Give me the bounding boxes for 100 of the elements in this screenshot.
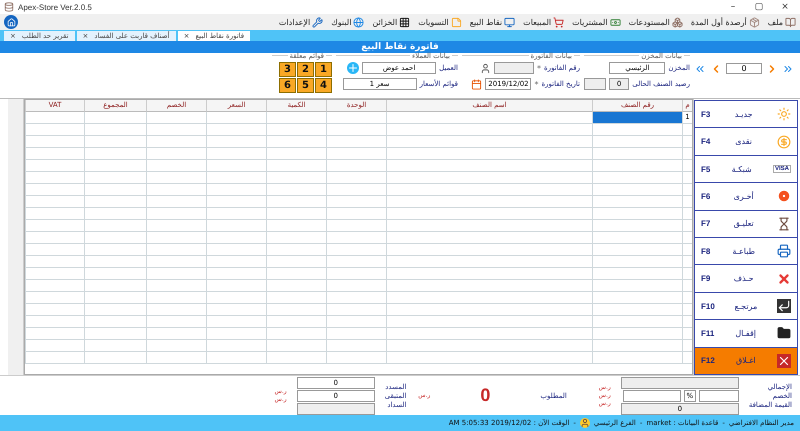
table-cell[interactable] [266,220,326,232]
table-cell[interactable] [682,160,692,172]
table-cell[interactable] [386,292,592,304]
table-cell[interactable] [682,304,692,316]
table-cell[interactable] [326,316,386,328]
table-cell[interactable] [386,148,592,160]
table-cell[interactable] [682,148,692,160]
table-cell[interactable] [592,328,682,340]
table-cell[interactable] [206,352,266,364]
table-cell[interactable] [266,352,326,364]
table-cell[interactable] [146,136,206,148]
table-cell[interactable] [326,352,386,364]
table-cell[interactable] [146,304,206,316]
table-cell[interactable] [682,268,692,280]
table-cell[interactable] [592,148,682,160]
table-cell[interactable] [682,352,692,364]
table-cell[interactable] [206,124,266,136]
minimize-button[interactable]: – [722,2,744,12]
table-cell[interactable] [592,112,682,124]
table-cell[interactable] [146,340,206,352]
menu-item[interactable]: الخزائن [372,16,410,28]
table-cell[interactable] [146,280,206,292]
table-cell[interactable] [266,340,326,352]
table-cell[interactable] [146,268,206,280]
table-cell[interactable] [84,304,146,316]
table-cell[interactable] [682,292,692,304]
table-cell[interactable] [84,244,146,256]
table-cell[interactable] [84,148,146,160]
close-button[interactable]: × [774,2,796,12]
table-cell[interactable] [386,136,592,148]
table-cell[interactable] [592,232,682,244]
table-cell[interactable] [266,208,326,220]
table-cell[interactable] [25,340,84,352]
table-cell[interactable] [146,328,206,340]
search-user-icon[interactable] [480,62,492,74]
table-cell[interactable] [25,292,84,304]
table-cell[interactable] [592,268,682,280]
table-cell[interactable] [326,292,386,304]
table-cell[interactable] [326,304,386,316]
table-cell[interactable] [266,328,326,340]
table-cell[interactable] [146,256,206,268]
table-cell[interactable] [386,232,592,244]
table-cell[interactable] [206,172,266,184]
table-cell[interactable] [206,112,266,124]
table-cell[interactable] [682,124,692,136]
table-cell[interactable] [206,232,266,244]
menu-item[interactable]: المشتريات [572,16,621,28]
table-cell[interactable] [84,124,146,136]
table-cell[interactable] [266,244,326,256]
table-cell[interactable] [386,112,592,124]
table-cell[interactable] [206,208,266,220]
table-cell[interactable] [25,268,84,280]
table-cell[interactable] [206,136,266,148]
table-cell[interactable] [386,340,592,352]
table-cell[interactable] [84,292,146,304]
table-cell[interactable] [386,280,592,292]
table-cell[interactable] [84,232,146,244]
menu-item[interactable]: ملف [768,16,796,28]
table-cell[interactable] [592,220,682,232]
table-cell[interactable] [592,280,682,292]
table-cell[interactable] [84,136,146,148]
table-cell[interactable] [682,196,692,208]
table-cell[interactable] [206,268,266,280]
table-cell[interactable] [682,340,692,352]
table-cell[interactable] [84,112,146,124]
table-cell[interactable] [84,208,146,220]
table-cell[interactable] [326,172,386,184]
menu-item[interactable]: البنوك [331,16,364,28]
table-cell[interactable] [146,352,206,364]
table-cell[interactable] [592,352,682,364]
table-cell[interactable] [25,220,84,232]
table-cell[interactable] [682,184,692,196]
add-icon[interactable] [347,62,360,74]
table-cell[interactable] [592,208,682,220]
table-cell[interactable] [146,172,206,184]
table-cell[interactable] [682,208,692,220]
table-cell[interactable] [266,196,326,208]
table-cell[interactable] [592,196,682,208]
table-cell[interactable] [386,244,592,256]
table-cell[interactable] [386,196,592,208]
scrollbar[interactable] [8,99,24,375]
table-cell[interactable] [206,256,266,268]
discount-value-field[interactable] [698,390,739,402]
maximize-button[interactable]: ▢ [748,2,770,12]
table-cell[interactable] [84,328,146,340]
menu-item[interactable]: المبيعات [523,16,564,28]
held-list-button[interactable]: 6 [279,78,296,93]
table-cell[interactable] [25,184,84,196]
table-cell[interactable] [266,136,326,148]
invoice-number-field[interactable] [494,62,534,74]
table-cell[interactable] [326,232,386,244]
table-cell[interactable] [146,160,206,172]
held-list-button[interactable]: 5 [297,78,314,93]
table-cell[interactable] [682,136,692,148]
table-cell[interactable] [84,352,146,364]
table-cell[interactable] [386,220,592,232]
table-cell[interactable] [592,244,682,256]
table-cell[interactable] [592,340,682,352]
menu-item[interactable]: التسويات [418,16,462,28]
table-cell[interactable] [266,280,326,292]
